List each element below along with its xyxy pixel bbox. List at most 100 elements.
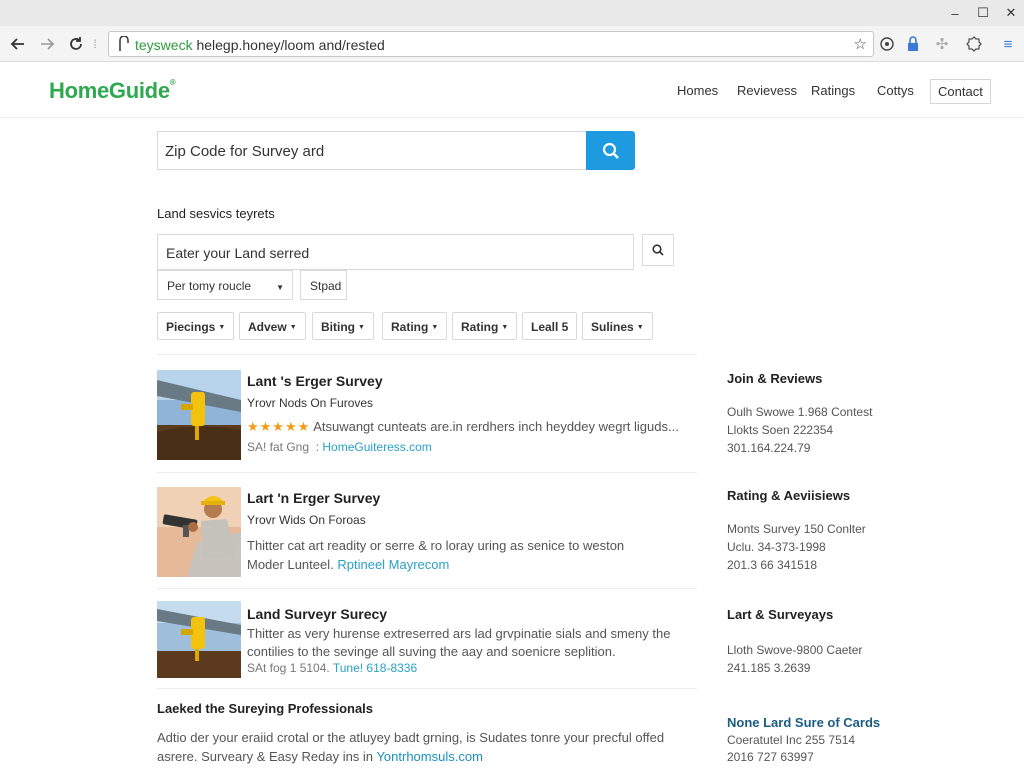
nav-ratings[interactable]: Ratings bbox=[811, 83, 855, 98]
nav-cities[interactable]: Cottys bbox=[877, 83, 914, 98]
listing-title[interactable]: Lant 's Erger Survey bbox=[247, 373, 383, 389]
list-item[interactable]: Lant 's Erger Survey Yrovr Nods On Furov… bbox=[157, 370, 697, 462]
play-circle-icon[interactable] bbox=[877, 34, 897, 54]
chevron-down-icon: ▼ bbox=[358, 324, 365, 332]
listing-link[interactable]: Rptineel Mayrecom bbox=[337, 557, 449, 572]
puzzle-icon[interactable] bbox=[964, 34, 984, 54]
window-titlebar: – ☐ ✕ bbox=[0, 0, 1024, 26]
sidebar-heading-link[interactable]: None Lard Sure of Cards bbox=[727, 715, 880, 730]
site-logo[interactable]: HomeGuide® bbox=[49, 78, 176, 104]
listing-image[interactable] bbox=[157, 601, 241, 678]
section-text: Adtio der your eraiid crotal or the atlu… bbox=[157, 730, 665, 745]
search-icon bbox=[602, 142, 619, 159]
browser-toolbar: ⁞ teysweck helegp.honey/loom and/rested … bbox=[0, 26, 1024, 62]
filter-chip-pricing[interactable]: Piecings ▼ bbox=[157, 312, 235, 340]
filter-chip-rating[interactable]: Rating ▼ bbox=[382, 312, 448, 340]
url-path: helegp.honey/loom and/rested bbox=[192, 37, 385, 53]
chip-label: Rating bbox=[461, 320, 499, 334]
listing-description-text: Atsuwangt cunteats are.in rerdhers inch … bbox=[313, 419, 679, 434]
divider bbox=[157, 472, 697, 473]
reload-icon[interactable] bbox=[65, 33, 87, 55]
back-icon[interactable] bbox=[7, 33, 29, 55]
section-link[interactable]: Yontrhomsuls.com bbox=[376, 749, 482, 764]
url-text[interactable]: teysweck helegp.honey/loom and/rested bbox=[135, 37, 385, 53]
nav-contact-button[interactable]: Contact bbox=[930, 79, 991, 104]
extension-icon[interactable]: ✣ bbox=[932, 34, 952, 54]
chevron-down-icon: ▼ bbox=[431, 324, 439, 332]
listing-title[interactable]: Lart 'n Erger Survey bbox=[247, 490, 380, 506]
lock-icon bbox=[119, 36, 129, 51]
listing-description: ★★★★★ Atsuwangt cunteats are.in rerdhers… bbox=[247, 419, 679, 435]
sort-dropdown-value: Per tomy roucle bbox=[167, 279, 252, 293]
minimize-icon[interactable]: – bbox=[940, 3, 970, 23]
sidebar-heading: Join & Reviews bbox=[727, 371, 823, 386]
filter-chip-sulines[interactable]: Sulines ▼ bbox=[582, 312, 653, 340]
menu-icon[interactable]: ≡ bbox=[998, 34, 1018, 54]
chip-label: Sulines bbox=[591, 320, 634, 334]
listing-image[interactable] bbox=[157, 487, 241, 577]
section-label: Land sesvics teyrets bbox=[157, 206, 275, 221]
divider bbox=[157, 688, 697, 689]
listing-meta-text: SAt fog 1 5104. bbox=[247, 661, 330, 675]
listing-meta-text: Moder Lunteel. bbox=[247, 557, 334, 572]
toolbar-divider: ⁞ bbox=[93, 37, 97, 51]
address-bar[interactable]: teysweck helegp.honey/loom and/rested ☆ bbox=[108, 31, 874, 57]
sidebar-heading: Lart & Surveyays bbox=[727, 607, 834, 622]
site-header: HomeGuide® Homes Revievess Ratings Cotty… bbox=[0, 62, 1024, 118]
listing-subtitle: Yrovr Wids On Foroas bbox=[247, 513, 366, 527]
land-search-button[interactable] bbox=[642, 234, 674, 266]
rating-stars-icon: ★★★★★ bbox=[247, 419, 311, 434]
list-item[interactable]: Land Surveyr Surecy Thitter as very hure… bbox=[157, 601, 697, 693]
chevron-down-icon: ▼ bbox=[276, 283, 284, 292]
listing-meta: SA! fat Gng : HomeGuiteress.com bbox=[247, 440, 432, 454]
listing-link[interactable]: Tune! 618-8336 bbox=[333, 661, 417, 675]
filter-dropdown[interactable]: Stpad bbox=[300, 270, 347, 300]
chip-label: Biting bbox=[321, 320, 355, 334]
listing-meta: Moder Lunteel. Rptineel Mayrecom bbox=[247, 557, 449, 572]
divider bbox=[157, 588, 697, 589]
sidebar-line: 241.185 3.2639 bbox=[727, 661, 811, 675]
sidebar-line: Coeratutel Inc 255 7514 bbox=[727, 733, 856, 747]
chip-label: Piecings bbox=[166, 320, 216, 334]
filter-chip-biting[interactable]: Biting ▼ bbox=[312, 312, 374, 340]
maximize-icon[interactable]: ☐ bbox=[968, 3, 998, 23]
nav-homes[interactable]: Homes bbox=[677, 83, 718, 98]
chevron-down-icon: ▼ bbox=[289, 324, 297, 332]
listing-subtitle: Yrovr Nods On Furoves bbox=[247, 396, 374, 410]
sidebar-line: 2016 727 63997 bbox=[727, 750, 814, 764]
padlock-icon[interactable] bbox=[903, 34, 923, 54]
land-search-input[interactable]: Eater your Land serred bbox=[157, 234, 634, 270]
sort-dropdown[interactable]: Per tomy roucle ▼ bbox=[157, 270, 293, 300]
sidebar-line: Lloth Swove-9800 Caeter bbox=[727, 643, 863, 657]
sidebar-heading: Rating & Aeviisiews bbox=[727, 488, 851, 503]
listing-meta: SAt fog 1 5104. Tune! 618-8336 bbox=[247, 661, 417, 675]
listing-meta-text: SA! fat Gng bbox=[247, 440, 310, 454]
filter-chip-advew[interactable]: Advew ▼ bbox=[239, 312, 306, 340]
listing-image[interactable] bbox=[157, 370, 241, 460]
sidebar-line: 201.3 66 341518 bbox=[727, 558, 818, 572]
chip-label: Advew bbox=[248, 320, 287, 334]
listing-description: Thitter cat art readity or serre & ro lo… bbox=[247, 538, 625, 553]
forward-icon[interactable] bbox=[36, 33, 58, 55]
chevron-down-icon: ▼ bbox=[501, 324, 509, 332]
filter-chip-rating-2[interactable]: Rating ▼ bbox=[452, 312, 518, 340]
zip-search-input[interactable]: Zip Code for Survey ard bbox=[157, 131, 587, 170]
list-item[interactable]: Lart 'n Erger Survey Yrovr Wids On Foroa… bbox=[157, 487, 697, 579]
divider bbox=[157, 354, 697, 355]
search-icon bbox=[652, 244, 664, 256]
section-heading: Laeked the Sureying Professionals bbox=[157, 701, 374, 716]
nav-reviews[interactable]: Revievess bbox=[737, 83, 797, 98]
filter-chip-level[interactable]: Leall 5 bbox=[522, 312, 578, 340]
search-button[interactable] bbox=[586, 131, 635, 170]
chevron-down-icon: ▼ bbox=[218, 324, 226, 332]
sidebar-line: Monts Survey 150 Conlter bbox=[727, 522, 866, 536]
listing-link[interactable]: HomeGuiteress.com bbox=[322, 440, 431, 454]
listing-description: Thitter as very hurense extreserred ars … bbox=[247, 626, 671, 641]
sidebar-line: Uclu. 34-373-1998 bbox=[727, 540, 826, 554]
section-text-2-prefix: asrere. Surveary & Easy Reday ins in bbox=[157, 749, 374, 764]
url-secure-part: teysweck bbox=[135, 37, 193, 53]
chevron-down-icon: ▼ bbox=[636, 324, 644, 332]
bookmark-star-icon[interactable]: ☆ bbox=[854, 35, 867, 53]
close-icon[interactable]: ✕ bbox=[996, 3, 1024, 23]
listing-title[interactable]: Land Surveyr Surecy bbox=[247, 606, 387, 622]
